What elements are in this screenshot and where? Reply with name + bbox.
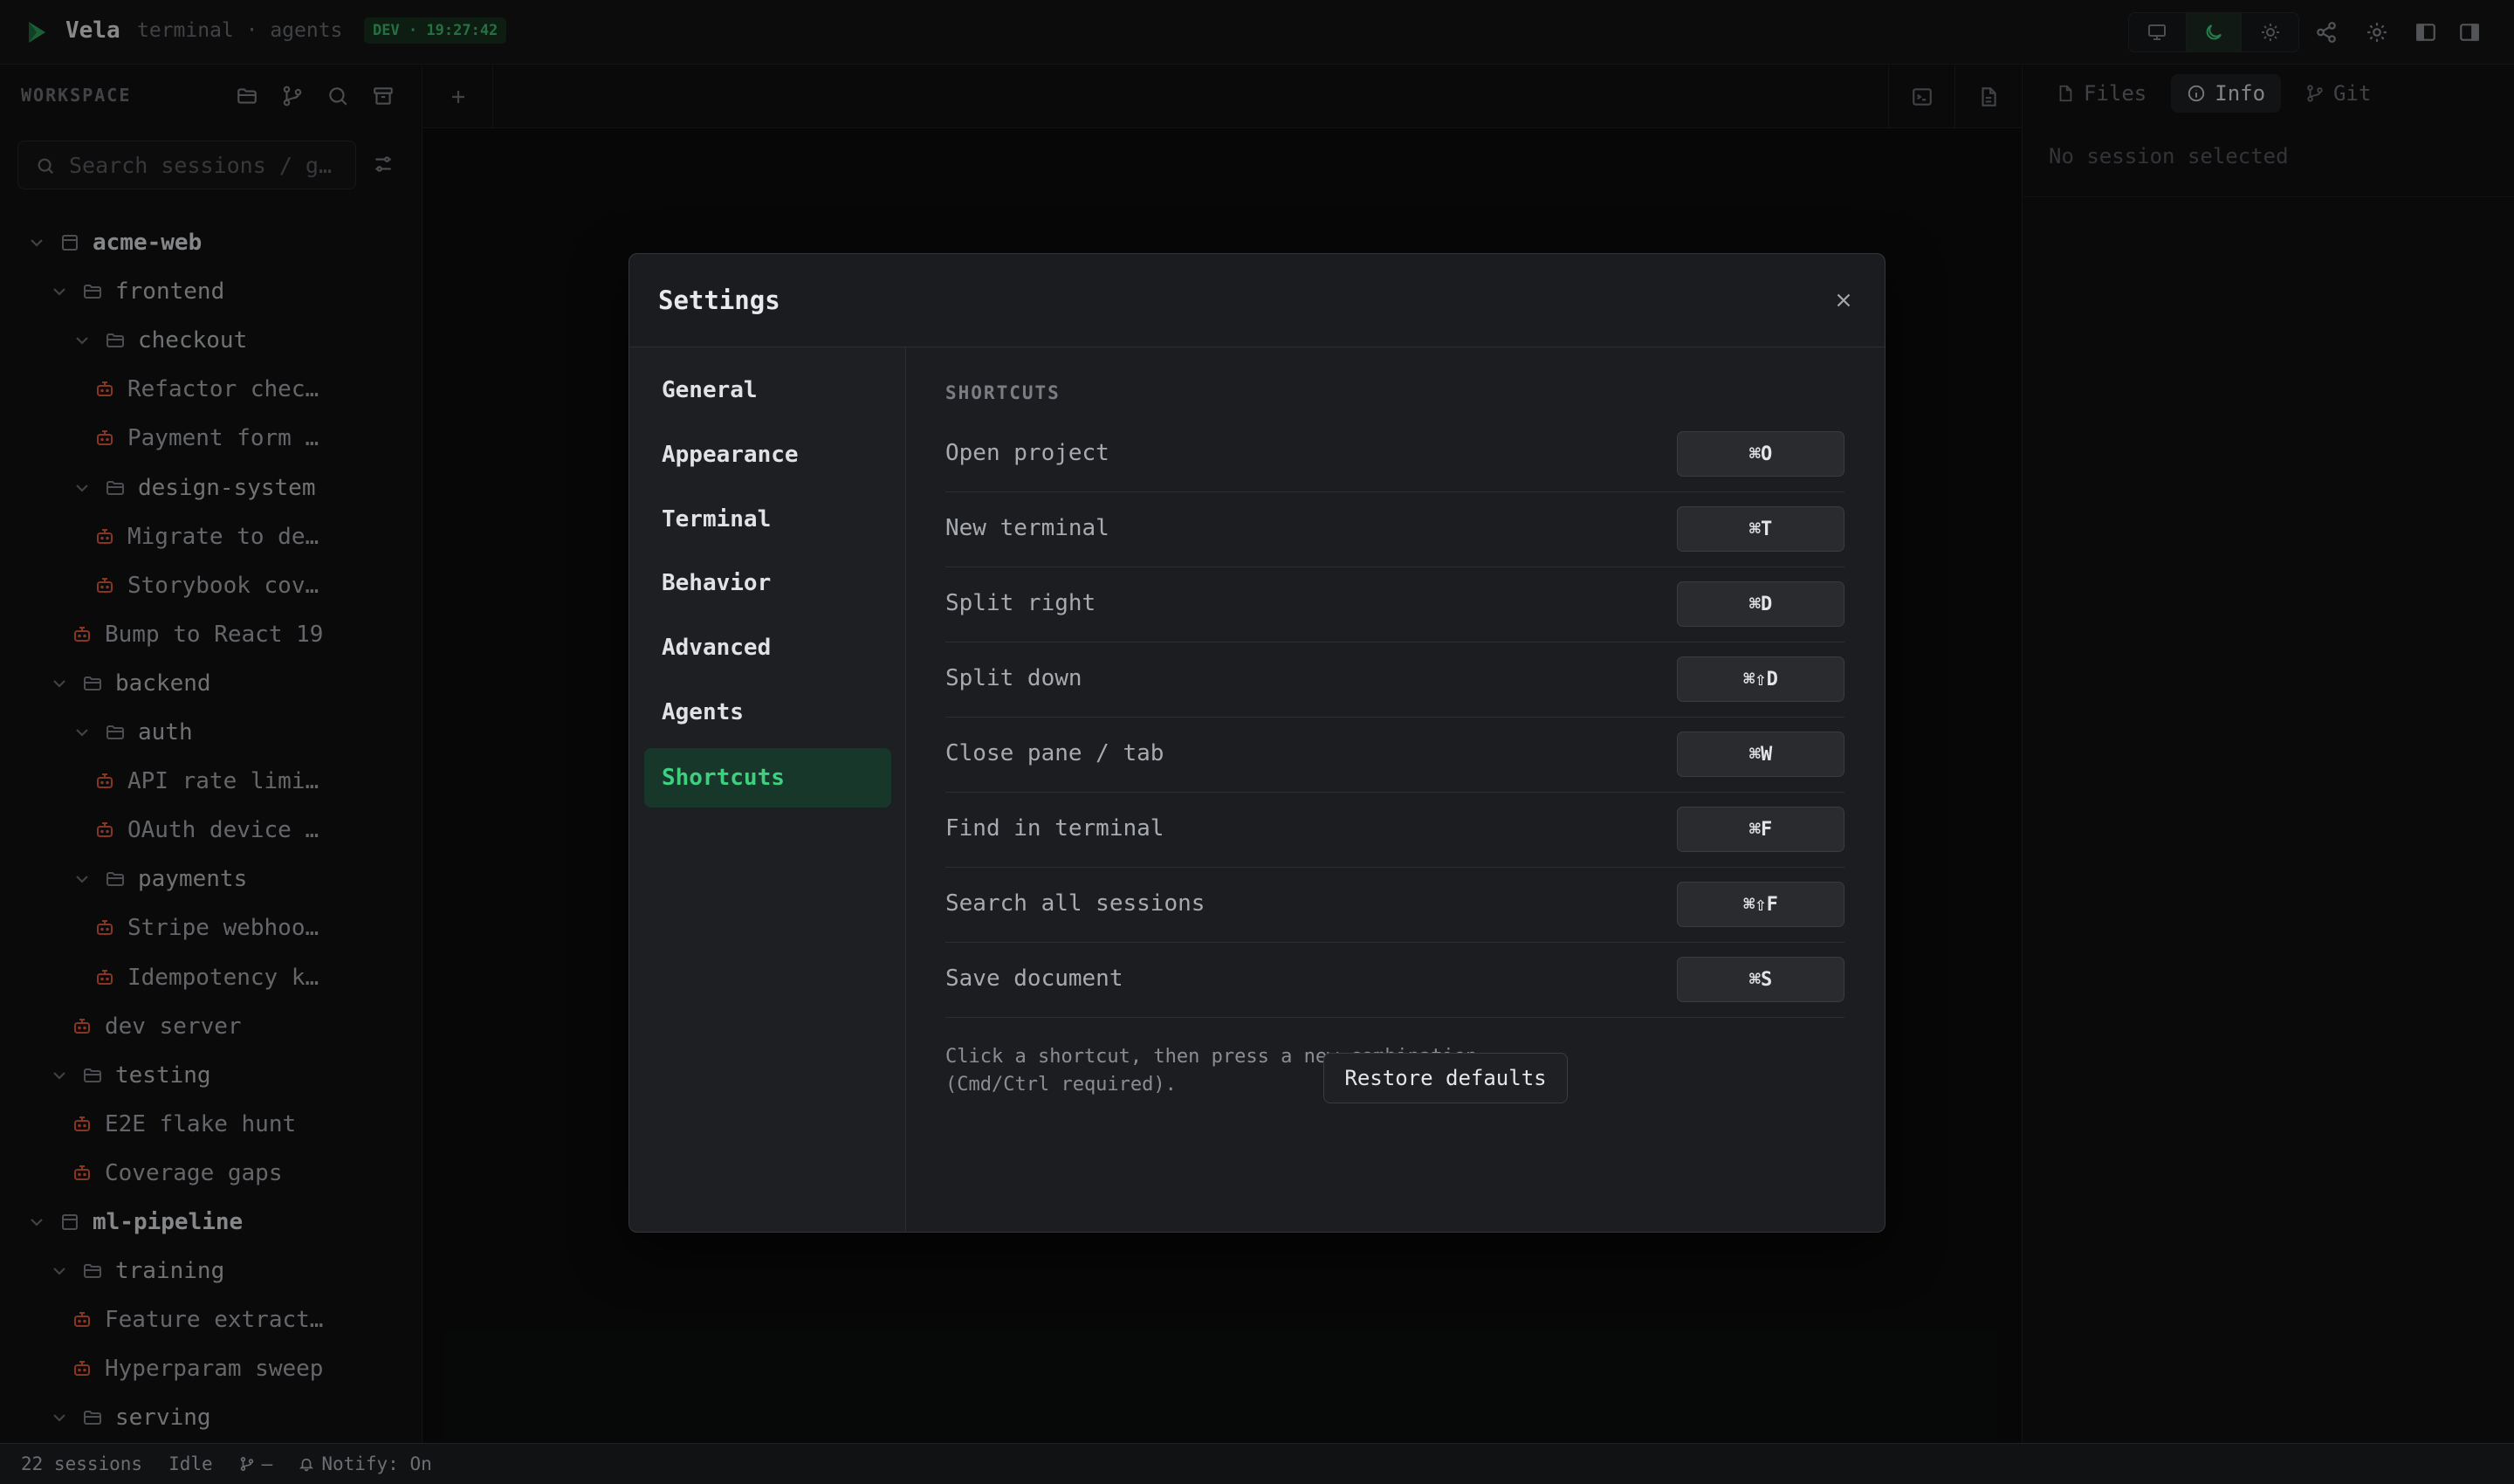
close-icon[interactable] — [1832, 289, 1855, 312]
dialog-header: Settings — [629, 254, 1885, 347]
settings-nav-general[interactable]: General — [644, 361, 891, 420]
shortcut-row: Split down ⌘⇧D — [945, 642, 1844, 718]
shortcut-key-button[interactable]: ⌘D — [1677, 581, 1844, 627]
branch-value: — — [261, 1453, 273, 1474]
shortcut-key-button[interactable]: ⌘⇧D — [1677, 656, 1844, 702]
shortcut-label: Close pane / tab — [945, 740, 1164, 766]
shortcut-row: Split right ⌘D — [945, 567, 1844, 642]
shortcut-label: Save document — [945, 965, 1123, 992]
shortcut-key-button[interactable]: ⌘W — [1677, 732, 1844, 777]
idle-status: Idle — [168, 1453, 213, 1474]
shortcut-row: Open project ⌘O — [945, 417, 1844, 492]
shortcut-row: Find in terminal ⌘F — [945, 793, 1844, 868]
branch-icon — [240, 1457, 253, 1471]
session-count: 22 sessions — [21, 1453, 143, 1474]
shortcut-label: Split down — [945, 665, 1082, 691]
shortcut-row: Search all sessions ⌘⇧F — [945, 868, 1844, 943]
shortcut-row: Close pane / tab ⌘W — [945, 718, 1844, 793]
shortcut-row: Save document ⌘S — [945, 943, 1844, 1018]
shortcut-label: Find in terminal — [945, 815, 1164, 842]
shortcut-key-button[interactable]: ⌘T — [1677, 506, 1844, 552]
section-label: SHORTCUTS — [945, 382, 1061, 403]
shortcut-row: New terminal ⌘T — [945, 492, 1844, 567]
settings-nav-agents[interactable]: Agents — [644, 683, 891, 742]
shortcut-label: New terminal — [945, 515, 1109, 541]
shortcut-key-button[interactable]: ⌘F — [1677, 807, 1844, 852]
settings-nav-shortcuts[interactable]: Shortcuts — [644, 748, 891, 807]
settings-dialog: Settings General Appearance Terminal Behavi… — [628, 253, 1886, 1233]
settings-nav-terminal[interactable]: Terminal — [644, 490, 891, 549]
settings-nav-advanced[interactable]: Advanced — [644, 618, 891, 677]
status-bar: 22 sessions Idle — Notify: On — [0, 1443, 2514, 1484]
settings-nav-behavior[interactable]: Behavior — [644, 553, 891, 613]
shortcut-label: Split right — [945, 590, 1096, 616]
notify-label: Notify: On — [321, 1453, 432, 1474]
notify-toggle[interactable]: Notify: On — [299, 1453, 432, 1474]
shortcut-key-button[interactable]: ⌘O — [1677, 431, 1844, 477]
restore-defaults-button[interactable]: Restore defaults — [1323, 1053, 1568, 1103]
branch-status[interactable]: — — [239, 1453, 273, 1474]
settings-nav-appearance[interactable]: Appearance — [644, 425, 891, 484]
shortcut-label: Search all sessions — [945, 890, 1205, 917]
shortcut-label: Open project — [945, 440, 1109, 466]
settings-nav: General Appearance Terminal Behavior Advance… — [629, 347, 906, 1232]
shortcut-key-button[interactable]: ⌘⇧F — [1677, 882, 1844, 927]
bell-icon — [299, 1458, 314, 1472]
shortcut-key-button[interactable]: ⌘S — [1677, 957, 1844, 1002]
dialog-title: Settings — [658, 285, 780, 315]
